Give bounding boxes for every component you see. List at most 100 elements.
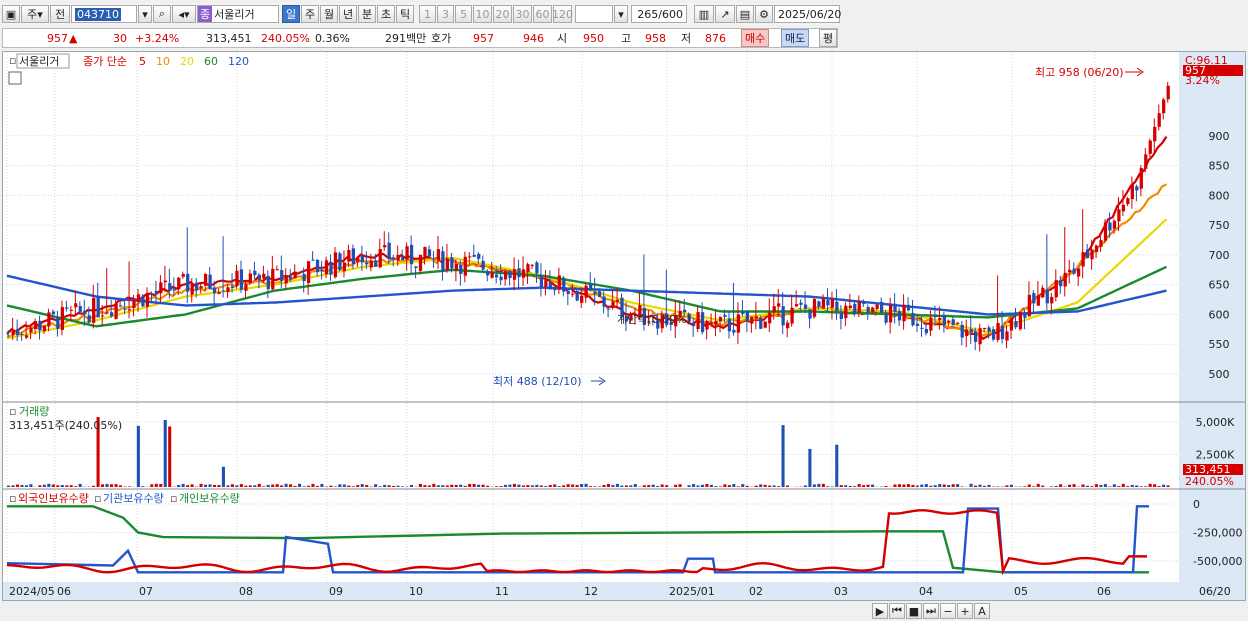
volume-bar (118, 485, 122, 487)
volume-bar (1130, 484, 1134, 487)
high-arrow-icon (1125, 67, 1144, 77)
volume-bar (1094, 484, 1098, 487)
draw-icon[interactable]: ↗ (715, 5, 735, 23)
volume-bar (974, 485, 978, 487)
period-0[interactable]: 일 (282, 5, 300, 23)
candle-body (463, 256, 467, 276)
speaker-icon[interactable]: ◂▾ (172, 5, 196, 23)
bottom-control-4[interactable]: − (940, 603, 956, 619)
volume-bar (230, 484, 234, 487)
prefix-button[interactable]: 전 (50, 5, 70, 23)
chart-svg[interactable]: 9008508007507006506005505002024/05 06 07 08… (3, 52, 1245, 600)
bottom-control-3[interactable]: ⏭ (923, 603, 939, 619)
buy-button[interactable]: 매수 (741, 29, 770, 47)
candle-body (960, 324, 964, 338)
gear-icon[interactable]: ⚙ (755, 5, 773, 23)
bottom-control-1[interactable]: ⏮ (889, 603, 905, 619)
period-3[interactable]: 년 (339, 5, 357, 23)
volume-bar (226, 485, 230, 487)
candle-body (494, 274, 499, 278)
search-icon[interactable]: ⌕ (153, 5, 171, 23)
volume-bar (1144, 486, 1148, 487)
period-5[interactable]: 초 (377, 5, 395, 23)
bottom-control-2[interactable]: ■ (906, 603, 922, 619)
volume-bar (298, 483, 302, 487)
volume-bar (620, 485, 624, 487)
date-field[interactable]: 2025/06/20 (774, 5, 841, 23)
candle-body (445, 258, 450, 271)
layout-icon[interactable]: ▣ (2, 5, 20, 23)
period-1[interactable]: 주 (301, 5, 319, 23)
volume-bar (396, 485, 400, 487)
candle-body (400, 257, 405, 261)
interval-120[interactable]: 120 (552, 5, 573, 23)
candle-body (1059, 280, 1063, 287)
volume-bar (517, 484, 521, 487)
interval-60[interactable]: 60 (533, 5, 552, 23)
volume-bar (1005, 485, 1009, 487)
candle-body (991, 329, 996, 340)
volume-bar (315, 485, 319, 487)
price-tick: 650 (1209, 279, 1230, 292)
candle-body (1036, 295, 1040, 306)
code-input[interactable]: 043710 (71, 5, 137, 23)
interval-5[interactable]: 5 (455, 5, 472, 23)
count-field[interactable]: 265/600 (631, 5, 687, 23)
volume-bar (803, 485, 807, 487)
market-select[interactable]: 주 ▾ (21, 5, 49, 23)
interval-20[interactable]: 20 (493, 5, 512, 23)
volume-bar (772, 485, 776, 487)
interval-group: 1 3 5 10 20 30 60 120 (419, 5, 573, 23)
period-6[interactable]: 틱 (396, 5, 414, 23)
eval-button[interactable]: 평 (819, 29, 838, 47)
volume-bar (741, 484, 745, 487)
bottom-control-6[interactable]: A (974, 603, 990, 619)
stock-name-field[interactable]: 종 서울리거 (197, 5, 279, 23)
candle-body (839, 312, 843, 319)
interval-30[interactable]: 30 (513, 5, 532, 23)
interval-custom-input[interactable] (575, 5, 613, 23)
period-4[interactable]: 분 (358, 5, 376, 23)
volume-bar (951, 484, 955, 487)
volume-bar (338, 484, 342, 487)
candle-body (338, 253, 342, 271)
interval-1[interactable]: 1 (419, 5, 436, 23)
save-icon[interactable]: ▤ (736, 5, 754, 23)
volume-bar (566, 484, 570, 487)
candle-body (78, 306, 82, 312)
period-2[interactable]: 월 (320, 5, 338, 23)
price-tick: 900 (1209, 130, 1230, 143)
interval-3[interactable]: 3 (437, 5, 454, 23)
volume-bar (606, 483, 610, 487)
open-label: 시 (557, 32, 568, 45)
chart-area[interactable]: 900 850 800 750 700 650 600 550 500 2024/05 06 07 08… (2, 51, 1246, 601)
volume-bar (423, 485, 427, 487)
holding-line-individual (7, 505, 1149, 574)
count-value: 265 (637, 7, 659, 21)
bottom-control-0[interactable]: ▶ (872, 603, 888, 619)
volume-bar (812, 484, 816, 487)
candle-body (262, 273, 266, 279)
volume-bar (302, 486, 306, 487)
volume-bar (1126, 486, 1130, 487)
volume-bar (978, 484, 982, 487)
candle-body (920, 327, 924, 329)
candle-body (1018, 312, 1023, 330)
code-dropdown-icon[interactable]: ▾ (138, 5, 152, 23)
candle-body (553, 288, 557, 291)
volume-bar (530, 485, 534, 487)
ma-line-5 (6, 135, 1168, 341)
interval-10[interactable]: 10 (473, 5, 492, 23)
bottom-control-5[interactable]: + (957, 603, 973, 619)
candle-body (987, 327, 991, 332)
candle-body (566, 291, 570, 294)
volume-bar (1036, 483, 1040, 487)
top-toolbar: ▣ 주 ▾ 전 043710 ▾ ⌕ ◂▾ 종 서울리거 일주월년분초틱 1351… (2, 3, 842, 25)
volume-toggle-icon: ▫ (9, 405, 16, 418)
interval-dropdown-icon[interactable]: ▾ (614, 5, 628, 23)
sell-button[interactable]: 매도 (781, 29, 810, 47)
candle-icon[interactable]: ▥ (694, 5, 714, 23)
candle-body (736, 314, 741, 333)
candle-body (454, 263, 458, 270)
volume-bar (1050, 486, 1054, 487)
